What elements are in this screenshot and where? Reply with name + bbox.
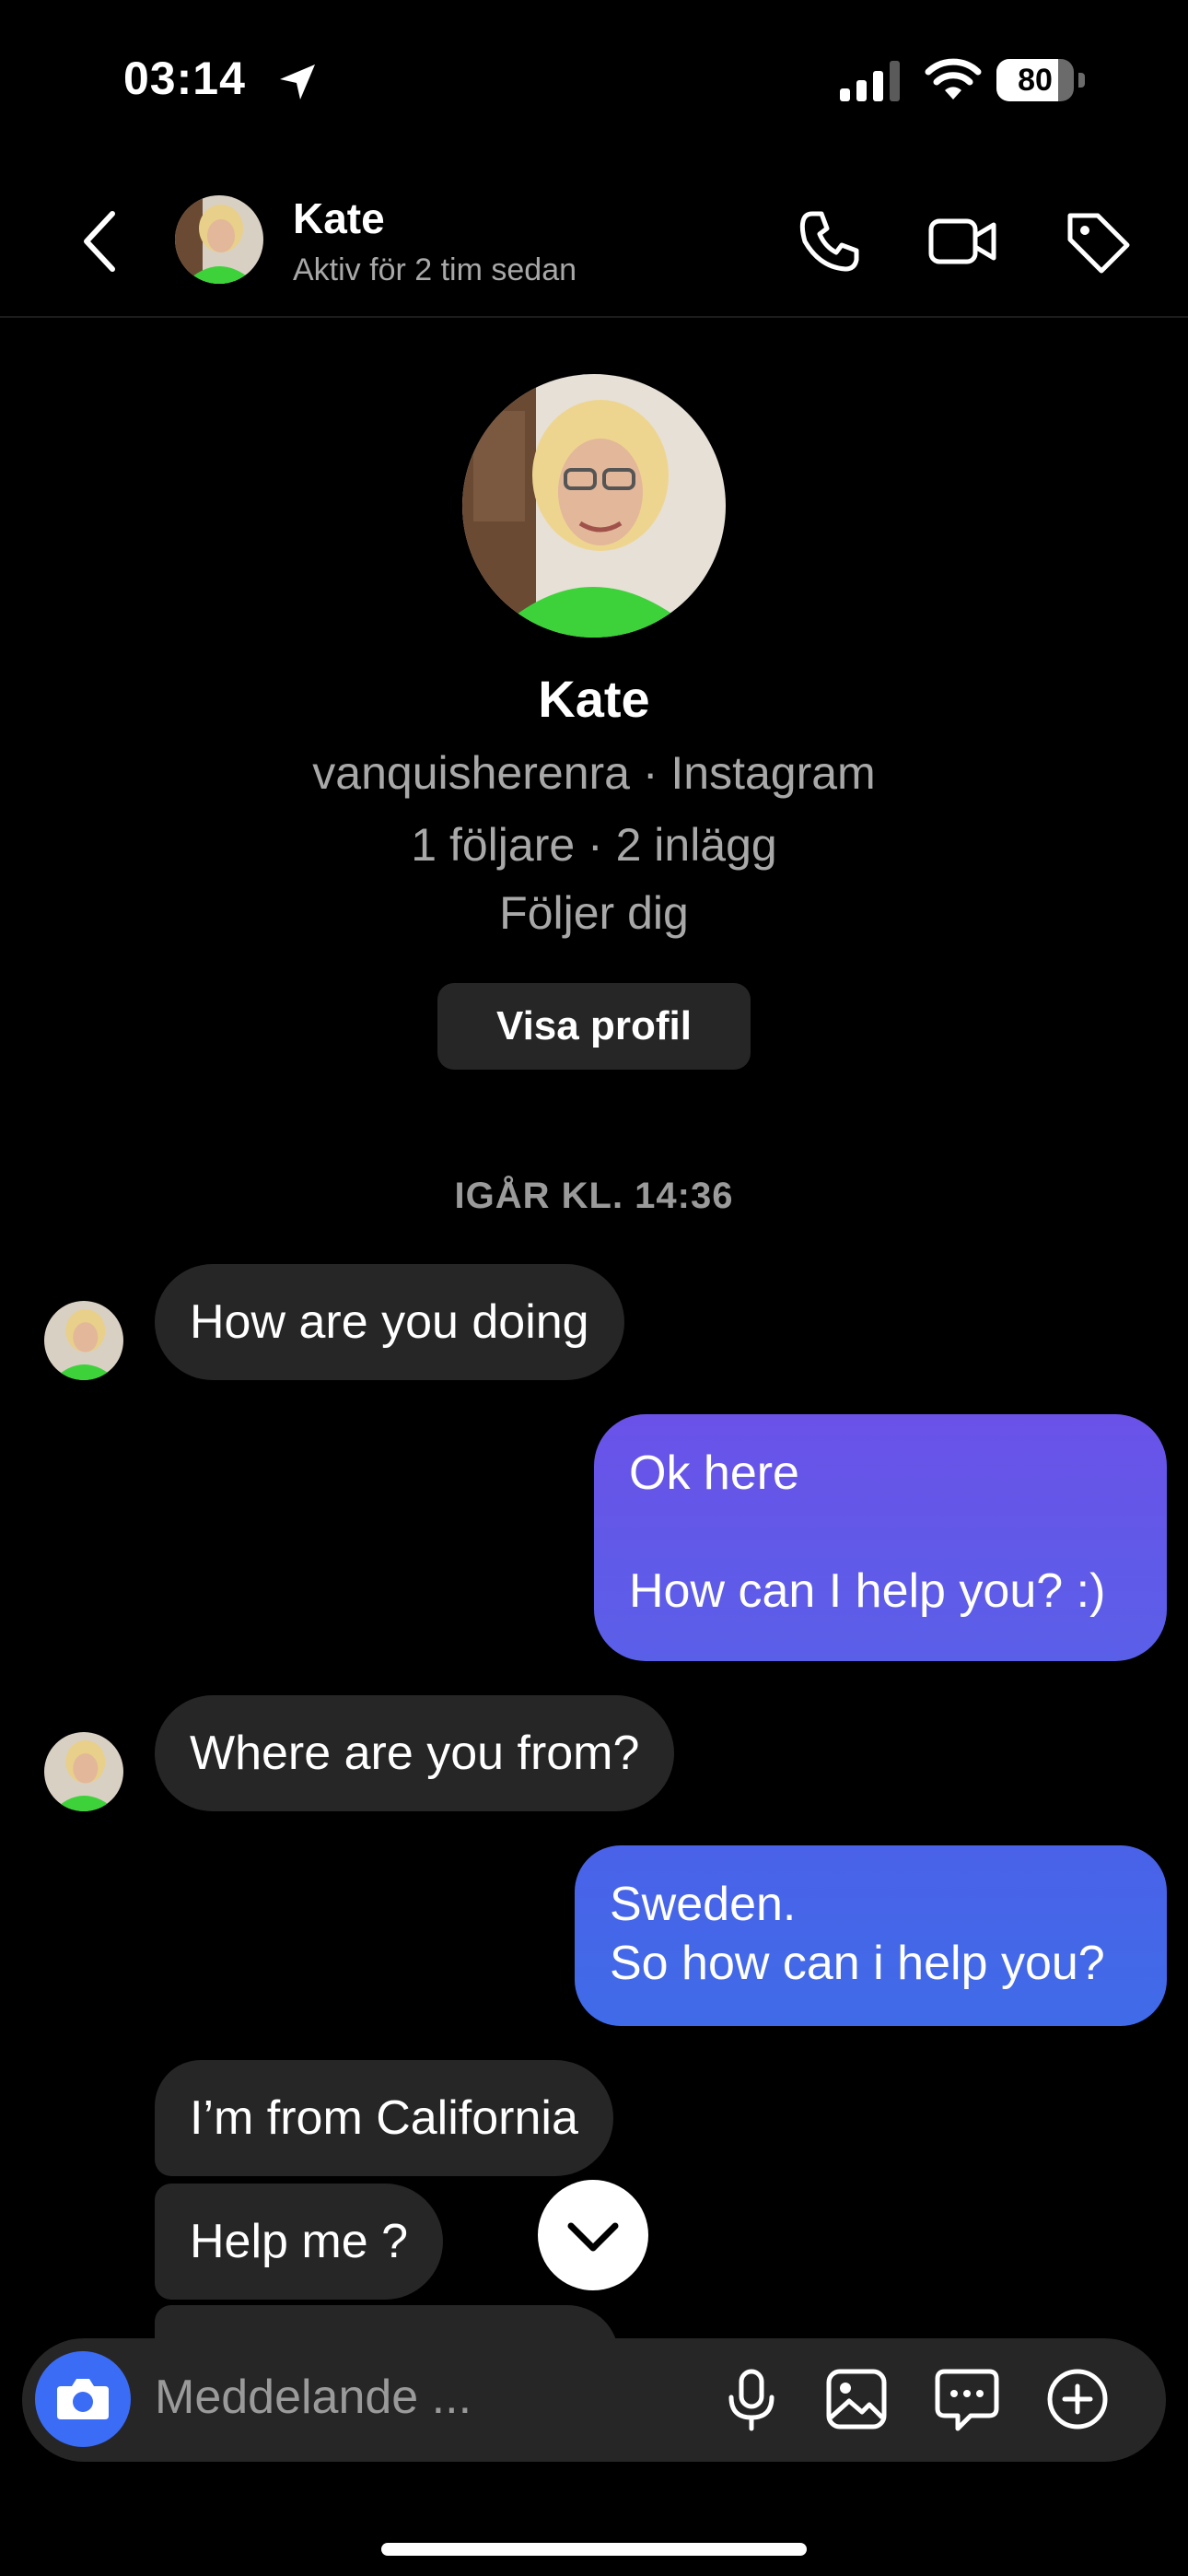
home-indicator[interactable] (381, 2543, 807, 2556)
profile-avatar[interactable] (462, 374, 726, 638)
status-time: 03:14 (123, 53, 246, 104)
sender-avatar[interactable] (44, 1732, 123, 1811)
view-profile-button[interactable]: Visa profil (437, 983, 751, 1070)
location-arrow-icon (280, 64, 315, 100)
camera-button[interactable] (35, 2351, 131, 2447)
sticker-chat-icon[interactable] (932, 2364, 1002, 2434)
profile-stats: 1 följare · 2 inlägg (411, 819, 777, 871)
video-call-icon[interactable] (926, 205, 999, 278)
cellular-signal-icon (840, 61, 900, 101)
message-outgoing[interactable]: Ok here How can I help you? :) (594, 1414, 1167, 1661)
message-outgoing[interactable]: Sweden. So how can i help you? (575, 1845, 1167, 2026)
phone-call-icon[interactable] (792, 205, 866, 278)
chat-date-stamp: IGÅR KL. 14:36 (454, 1176, 734, 1216)
message-incoming[interactable]: I’m from California (155, 2060, 613, 2176)
message-incoming[interactable]: How are you doing (155, 1264, 624, 1380)
tag-label-icon[interactable] (1061, 205, 1135, 278)
camera-icon (57, 2379, 109, 2419)
header-activity-status: Aktiv för 2 tim sedan (293, 252, 577, 287)
back-chevron-icon[interactable] (77, 205, 122, 278)
sender-avatar[interactable] (44, 1301, 123, 1380)
gallery-image-icon[interactable] (821, 2364, 891, 2434)
profile-handle: vanquisherenra · Instagram (312, 747, 876, 799)
scroll-to-bottom-button[interactable] (538, 2180, 648, 2290)
message-input[interactable]: Meddelande ... (155, 2370, 472, 2425)
chevron-down-icon (567, 2222, 619, 2252)
message-incoming[interactable]: Help me ? (155, 2184, 443, 2300)
header-avatar[interactable] (175, 195, 263, 284)
battery-indicator: 80 (996, 59, 1085, 103)
header-contact-name[interactable]: Kate (293, 193, 385, 243)
header-divider (0, 316, 1188, 318)
profile-follow-status: Följer dig (499, 887, 689, 939)
message-incoming[interactable]: Where are you from? (155, 1695, 675, 1811)
profile-name: Kate (538, 670, 650, 728)
wifi-icon (925, 58, 982, 100)
microphone-icon[interactable] (716, 2364, 786, 2434)
battery-percent: 80 (1018, 63, 1053, 98)
add-plus-icon[interactable] (1042, 2364, 1112, 2434)
